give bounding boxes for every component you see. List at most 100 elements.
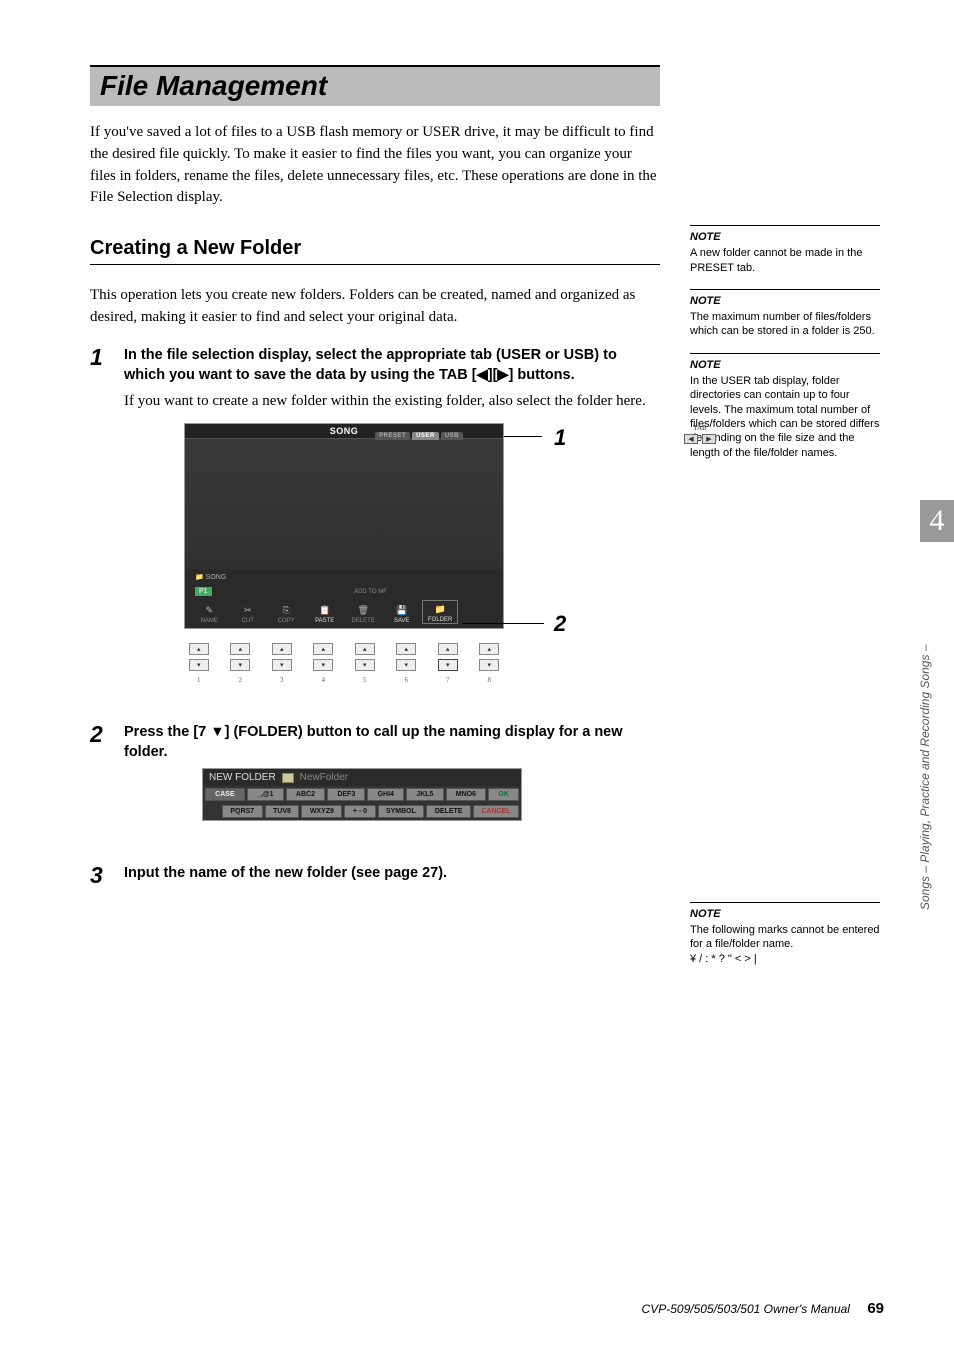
main-column: File Management If you've saved a lot of…: [90, 65, 660, 1351]
tab-right-icon: ▶: [702, 434, 716, 444]
fig2-header-label: NEW FOLDER: [209, 772, 276, 783]
key-empty: [205, 805, 220, 818]
step-instruction-plain: If you want to create a new folder withi…: [124, 391, 660, 413]
fig1-tabctl-label: TAB: [684, 424, 716, 432]
key-delete: DELETE: [426, 805, 471, 818]
key-mno6: MNO6: [446, 788, 487, 801]
note-chars: ¥ / : * ? " < > |: [690, 952, 880, 966]
btn-num-2: 2: [239, 676, 243, 684]
note-label: NOTE: [690, 907, 880, 921]
note-3: NOTE In the USER tab display, folder dir…: [690, 353, 880, 460]
figure-1: SONG PRESET USER USB 📁 SONG P1 ADD TO MF: [184, 423, 660, 684]
step-instruction-bold: Input the name of the new folder (see pa…: [124, 863, 660, 883]
fig2-folder-name: NewFolder: [300, 772, 348, 783]
up-icon: ▴: [355, 643, 375, 655]
fig1-tab-usb: USB: [441, 432, 463, 440]
note-label: NOTE: [690, 230, 880, 244]
fig1-cell-delete: DELETE: [352, 618, 375, 624]
fig1-cell-folder: FOLDER: [428, 617, 452, 623]
up-icon: ▴: [313, 643, 333, 655]
key-ghi4: GHI4: [367, 788, 404, 801]
fig1-tab-control: TAB ◀ ▶: [684, 424, 716, 444]
fig1-cell-save: SAVE: [394, 618, 410, 624]
key-1: _,@1: [247, 788, 284, 801]
step-instruction-bold: In the file selection display, select th…: [124, 345, 660, 386]
subsection-intro: This operation lets you create new folde…: [90, 285, 660, 329]
down-icon: ▾: [438, 659, 458, 671]
step-number: 1: [90, 345, 124, 369]
up-icon: ▴: [230, 643, 250, 655]
note-text: A new folder cannot be made in the PRESE…: [690, 246, 880, 275]
subsection-header: Creating a New Folder: [90, 237, 660, 265]
btn-num-4: 4: [322, 676, 326, 684]
up-icon: ▴: [438, 643, 458, 655]
step-number: 3: [90, 863, 124, 887]
fig1-cell-name: NAME: [201, 618, 218, 624]
step-instruction-bold: Press the [7 ▼] (FOLDER) button to call …: [124, 722, 660, 763]
key-0: + - 0: [344, 805, 375, 818]
down-icon: ▾: [479, 659, 499, 671]
key-jkl5: JKL5: [406, 788, 443, 801]
fig1-p1-badge: P1: [195, 587, 212, 596]
step-2: 2 Press the [7 ▼] (FOLDER) button to cal…: [90, 722, 660, 846]
key-case: CASE: [205, 788, 245, 801]
section-title: File Management: [90, 65, 660, 106]
btn-num-8: 8: [488, 676, 492, 684]
note-label: NOTE: [690, 358, 880, 372]
key-pqrs7: PQRS7: [222, 805, 263, 818]
note-1: NOTE A new folder cannot be made in the …: [690, 225, 880, 275]
step-3: 3 Input the name of the new folder (see …: [90, 863, 660, 889]
side-chapter-title: Songs – Playing, Practice and Recording …: [918, 560, 932, 910]
step-1: 1 In the file selection display, select …: [90, 345, 660, 704]
callout-1: 1: [554, 425, 566, 451]
key-wxyz9: WXYZ9: [301, 805, 342, 818]
down-icon: ▾: [189, 659, 209, 671]
btn-num-5: 5: [363, 676, 367, 684]
note-label: NOTE: [690, 294, 880, 308]
key-abc2: ABC2: [286, 788, 325, 801]
btn-num-1: 1: [197, 676, 201, 684]
fig1-cell-paste: PASTE: [315, 618, 334, 624]
up-icon: ▴: [479, 643, 499, 655]
fig1-footer-label: SONG: [206, 574, 227, 581]
note-text: The following marks cannot be entered fo…: [690, 923, 880, 952]
page-footer: CVP-509/505/503/501 Owner's Manual 69: [642, 1300, 884, 1317]
fig1-tab-user: USER: [412, 432, 439, 440]
fig1-tab-preset: PRESET: [375, 432, 410, 440]
key-symbol: SYMBOL: [378, 805, 425, 818]
note-text: The maximum number of files/folders whic…: [690, 310, 880, 339]
callout-2: 2: [554, 611, 566, 637]
figure1-title: SONG: [330, 426, 359, 436]
footer-page-number: 69: [867, 1300, 884, 1317]
down-icon: ▾: [272, 659, 292, 671]
down-icon: ▾: [355, 659, 375, 671]
fig1-cell-copy: COPY: [278, 618, 295, 624]
side-column: NOTE A new folder cannot be made in the …: [680, 65, 880, 1351]
subsection-title: Creating a New Folder: [90, 237, 660, 260]
down-icon: ▾: [230, 659, 250, 671]
intro-paragraph: If you've saved a lot of files to a USB …: [90, 122, 660, 209]
btn-num-7: 7: [446, 676, 450, 684]
folder-icon: [282, 773, 294, 783]
step-number: 2: [90, 722, 124, 746]
btn-num-6: 6: [405, 676, 409, 684]
fig1-addto: ADD TO MF: [354, 589, 387, 595]
fig1-cell-cut: CUT: [242, 618, 254, 624]
key-tuv8: TUV8: [265, 805, 300, 818]
down-icon: ▾: [396, 659, 416, 671]
up-icon: ▴: [396, 643, 416, 655]
note-4: NOTE The following marks cannot be enter…: [690, 902, 880, 966]
footer-manual-title: CVP-509/505/503/501 Owner's Manual: [642, 1302, 850, 1316]
up-icon: ▴: [272, 643, 292, 655]
note-text: In the USER tab display, folder director…: [690, 374, 880, 460]
down-icon: ▾: [313, 659, 333, 671]
key-cancel: CANCEL: [473, 805, 519, 818]
chapter-tab: 4: [920, 500, 954, 542]
key-ok: OK: [488, 788, 519, 801]
figure-2: NEW FOLDER NewFolder CASE _,@1 ABC2 DEF3…: [202, 768, 660, 821]
tab-left-icon: ◀: [684, 434, 698, 444]
key-def3: DEF3: [327, 788, 365, 801]
note-2: NOTE The maximum number of files/folders…: [690, 289, 880, 339]
up-icon: ▴: [189, 643, 209, 655]
btn-num-3: 3: [280, 676, 284, 684]
